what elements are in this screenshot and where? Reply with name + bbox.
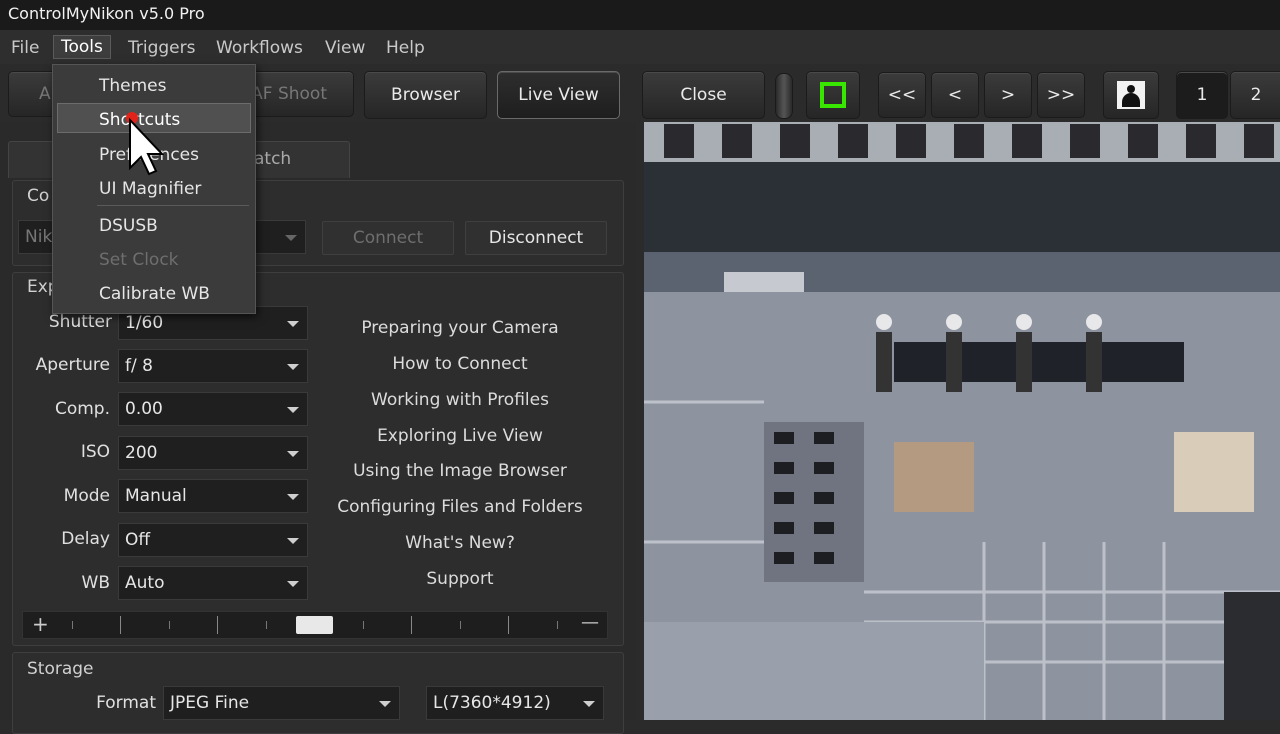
comp-label: Comp. <box>54 399 110 419</box>
menu-item-ui-magnifier[interactable]: UI Magnifier <box>99 179 201 199</box>
title-bar: ControlMyNikon v5.0 Pro <box>0 0 1280 30</box>
focus-box-button[interactable] <box>806 71 860 119</box>
aperture-label: Aperture <box>35 355 110 375</box>
aperture-value: f/ 8 <box>125 356 153 376</box>
connect-button[interactable]: Connect <box>322 221 454 255</box>
chevron-down-icon <box>285 235 297 241</box>
disconnect-button[interactable]: Disconnect <box>465 221 607 255</box>
image-size-value: L(7360*4912) <box>433 693 551 713</box>
iso-value: 200 <box>125 443 158 463</box>
format-label: Format <box>96 693 156 713</box>
tools-dropdown-menu: Themes Shortcuts Preferences UI Magnifie… <box>52 64 256 314</box>
live-view-button[interactable]: Live View <box>497 71 620 119</box>
page-2-label: 2 <box>1250 85 1262 105</box>
menu-item-dsusb[interactable]: DSUSB <box>99 216 158 236</box>
menu-view[interactable]: View <box>325 38 365 58</box>
close-button[interactable]: Close <box>642 71 765 119</box>
focus-box-icon <box>820 82 846 108</box>
help-link-connect[interactable]: How to Connect <box>310 354 610 374</box>
delay-value: Off <box>125 530 151 550</box>
help-link-live-view[interactable]: Exploring Live View <box>310 426 610 446</box>
image-size-select[interactable]: L(7360*4912) <box>426 686 604 720</box>
nav-last-label: >> <box>1046 85 1076 105</box>
delay-select[interactable]: Off <box>118 523 308 557</box>
comp-select[interactable]: 0.00 <box>118 392 308 426</box>
chevron-down-icon <box>287 451 299 457</box>
help-link-preparing[interactable]: Preparing your Camera <box>310 318 610 338</box>
menu-item-calibrate-wb[interactable]: Calibrate WB <box>99 284 210 304</box>
wb-label: WB <box>81 573 110 593</box>
chevron-down-icon <box>287 321 299 327</box>
close-label: Close <box>680 85 727 105</box>
shutter-label: Shutter <box>48 312 112 332</box>
browser-button[interactable]: Browser <box>364 71 487 119</box>
exposure-comp-slider[interactable]: + — <box>22 611 608 639</box>
disconnect-label: Disconnect <box>488 228 584 248</box>
camera-select-value: Nik <box>25 227 53 247</box>
portrait-button[interactable] <box>1103 71 1159 119</box>
live-view-image[interactable] <box>644 122 1280 720</box>
aperture-select[interactable]: f/ 8 <box>118 349 308 383</box>
help-link-image-browser[interactable]: Using the Image Browser <box>310 461 610 481</box>
chevron-down-icon <box>287 538 299 544</box>
nav-first-label: << <box>887 85 917 105</box>
minus-icon[interactable]: — <box>581 612 599 633</box>
slider-handle[interactable] <box>775 73 793 119</box>
nav-last-button[interactable]: >> <box>1037 72 1085 118</box>
nav-next-button[interactable]: > <box>984 72 1032 118</box>
menu-item-set-clock: Set Clock <box>99 250 179 270</box>
connection-title: Co <box>27 186 50 206</box>
chevron-down-icon <box>287 407 299 413</box>
menu-separator <box>97 205 249 206</box>
shutter-value: 1/60 <box>125 313 164 333</box>
tab-batch-label: atch <box>254 149 292 169</box>
comp-value: 0.00 <box>125 399 163 419</box>
mode-value: Manual <box>125 486 187 506</box>
chevron-down-icon <box>379 701 391 707</box>
menu-tools[interactable]: Tools <box>53 35 111 59</box>
af-button-partial-label: A <box>39 84 51 104</box>
delay-label: Delay <box>61 529 110 549</box>
menu-item-themes[interactable]: Themes <box>99 76 167 96</box>
help-link-support[interactable]: Support <box>310 569 610 589</box>
window-title: ControlMyNikon v5.0 Pro <box>8 4 205 23</box>
format-value: JPEG Fine <box>170 693 250 713</box>
page-2-button[interactable]: 2 <box>1230 71 1280 119</box>
chevron-down-icon <box>287 494 299 500</box>
chevron-down-icon <box>583 701 595 707</box>
mode-label: Mode <box>63 486 110 506</box>
help-link-files-folders[interactable]: Configuring Files and Folders <box>310 497 610 517</box>
connect-label: Connect <box>352 228 424 248</box>
plus-icon[interactable]: + <box>32 612 49 636</box>
page-1-label: 1 <box>1196 85 1208 105</box>
help-link-whats-new[interactable]: What's New? <box>310 533 610 553</box>
menu-help[interactable]: Help <box>386 38 425 58</box>
format-select[interactable]: JPEG Fine <box>163 686 400 720</box>
chevron-down-icon <box>287 581 299 587</box>
iso-label: ISO <box>80 442 110 462</box>
circuit-board-image <box>644 122 1280 720</box>
wb-select[interactable]: Auto <box>118 566 308 600</box>
mouse-cursor-icon <box>126 112 165 176</box>
menu-file[interactable]: File <box>11 38 39 58</box>
help-link-profiles[interactable]: Working with Profiles <box>310 390 610 410</box>
live-view-label: Live View <box>518 85 599 105</box>
nav-prev-button[interactable]: < <box>931 72 979 118</box>
iso-select[interactable]: 200 <box>118 436 308 470</box>
menu-workflows[interactable]: Workflows <box>216 38 303 58</box>
wb-value: Auto <box>125 573 165 593</box>
nav-prev-label: < <box>947 85 963 105</box>
browser-label: Browser <box>391 85 460 105</box>
chevron-down-icon <box>287 364 299 370</box>
menu-bar: File Tools Triggers Workflows View Help <box>0 30 1280 64</box>
page-1-button[interactable]: 1 <box>1176 71 1228 119</box>
portrait-icon <box>1117 81 1145 109</box>
nav-next-label: > <box>1000 85 1016 105</box>
af-shoot-label: AF Shoot <box>251 84 327 104</box>
storage-title: Storage <box>27 659 94 679</box>
mode-select[interactable]: Manual <box>118 479 308 513</box>
menu-triggers[interactable]: Triggers <box>128 38 196 58</box>
exposure-slider-thumb[interactable] <box>296 616 333 634</box>
nav-first-button[interactable]: << <box>878 72 926 118</box>
